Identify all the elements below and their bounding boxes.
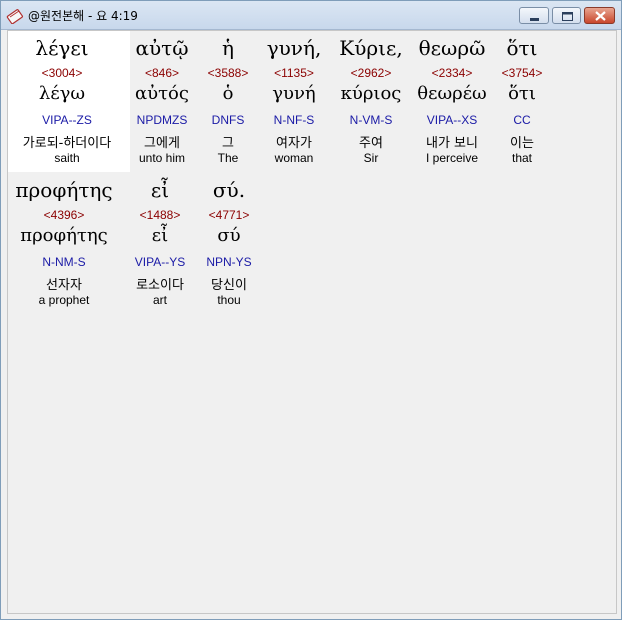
- greek-word: εἶ: [150, 178, 170, 202]
- strong-number: <3004>: [41, 66, 83, 80]
- strong-number: <4396>: [43, 208, 85, 222]
- close-button[interactable]: [584, 7, 615, 24]
- greek-word: ἡ: [222, 36, 234, 60]
- greek-word: σύ.: [212, 178, 246, 202]
- english-gloss: a prophet: [38, 293, 90, 307]
- lemma: προφήτης: [20, 225, 108, 246]
- morphology: N-NF-S: [273, 113, 315, 127]
- greek-word: ὅτι: [506, 36, 538, 60]
- greek-word: θεωρῶ: [418, 36, 486, 60]
- english-gloss: unto him: [138, 151, 186, 165]
- strong-number: <1135>: [274, 66, 314, 80]
- english-gloss: saith: [54, 151, 80, 165]
- strong-number: <846>: [144, 66, 180, 80]
- strong-number: <3754>: [501, 66, 543, 80]
- korean-gloss: 이는: [510, 136, 534, 151]
- strong-number: <2334>: [431, 66, 473, 80]
- strong-number: <2962>: [350, 66, 392, 80]
- korean-gloss: 내가 보니: [426, 136, 478, 151]
- lemma: ὁ: [222, 83, 234, 104]
- morphology: CC: [513, 113, 531, 127]
- greek-word: προφήτης: [15, 178, 113, 202]
- english-gloss: woman: [274, 151, 314, 165]
- morphology: N-VM-S: [349, 113, 393, 127]
- morphology: N-NM-S: [42, 255, 86, 269]
- strong-number: <3588>: [207, 66, 249, 80]
- greek-word: λέγει: [35, 36, 89, 60]
- lemma: γυνή: [272, 83, 316, 104]
- english-gloss: thou: [217, 293, 241, 307]
- english-gloss: I perceive: [425, 151, 479, 165]
- lemma: κύριος: [340, 83, 402, 104]
- title-bar[interactable]: @원전본해 - 요 4:19: [1, 1, 621, 30]
- lemma: αὐτός: [135, 83, 189, 104]
- korean-gloss: 그에게: [144, 136, 180, 151]
- app-window: @원전본해 - 요 4:19 λέγει <3004> λέγω VIPA--Z…: [0, 0, 622, 620]
- lemma: σύ: [217, 225, 241, 246]
- english-gloss: The: [217, 151, 239, 165]
- english-gloss: Sir: [363, 151, 379, 165]
- morphology: VIPA--YS: [134, 255, 186, 269]
- korean-gloss: 가로되-하더이다: [22, 136, 112, 151]
- morphology: NPN-YS: [206, 255, 252, 269]
- morphology: VIPA--ZS: [42, 113, 92, 127]
- strong-number: <4771>: [208, 208, 250, 222]
- lemma: ὅτι: [508, 83, 536, 104]
- interlinear-view[interactable]: λέγει <3004> λέγω VIPA--ZS 가로되-하더이다 sait…: [7, 30, 617, 614]
- lemma: εἶ: [151, 225, 169, 246]
- greek-word: Κύριε,: [339, 36, 403, 60]
- app-icon[interactable]: [6, 6, 24, 25]
- window-title: @원전본해 - 요 4:19: [28, 9, 138, 23]
- minimize-button[interactable]: [519, 7, 549, 24]
- english-gloss: art: [152, 293, 167, 307]
- korean-gloss: 그: [222, 136, 234, 151]
- lemma: θεωρέω: [417, 83, 487, 104]
- greek-word: αὐτῷ: [135, 36, 189, 60]
- morphology: DNFS: [211, 113, 245, 127]
- strong-number: <1488>: [139, 208, 181, 222]
- korean-gloss: 당신이: [211, 278, 247, 293]
- korean-gloss: 로소이다: [136, 278, 184, 293]
- morphology: NPDMZS: [136, 113, 188, 127]
- english-gloss: that: [511, 151, 532, 165]
- maximize-button[interactable]: [552, 7, 581, 24]
- korean-gloss: 선자자: [46, 278, 82, 293]
- korean-gloss: 주여: [359, 136, 383, 151]
- korean-gloss: 여자가: [276, 136, 312, 151]
- lemma: λέγω: [38, 83, 86, 104]
- morphology: VIPA--XS: [426, 113, 478, 127]
- greek-word: γυνή,: [266, 36, 322, 60]
